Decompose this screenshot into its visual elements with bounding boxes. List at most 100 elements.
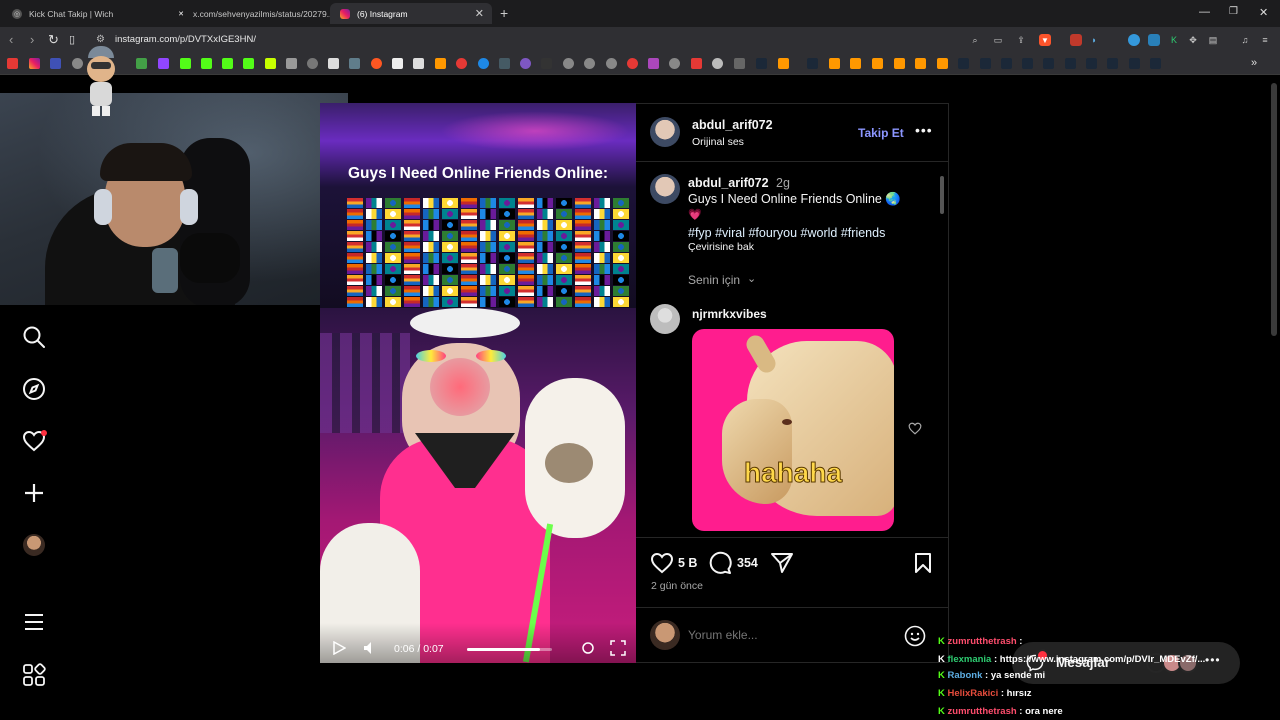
steam-bookmark-icon[interactable]	[1086, 58, 1097, 69]
page-scrollbar[interactable]	[1271, 83, 1277, 336]
tab-x-status[interactable]: ✕ x.com/sehvenyazilmis/status/20279...	[166, 3, 330, 24]
apps-grid-icon[interactable]	[22, 663, 46, 687]
bookmark-icon[interactable]	[648, 58, 659, 69]
steam-bookmark-icon[interactable]	[807, 58, 818, 69]
comment-bubble-icon[interactable]	[708, 551, 732, 575]
emoji-picker-icon[interactable]	[904, 625, 926, 647]
chevron-down-icon[interactable]: ⌄	[747, 272, 756, 285]
extension-icon[interactable]: K	[1168, 34, 1180, 46]
bookmark-icon[interactable]	[778, 58, 789, 69]
bookmark-icon[interactable]	[265, 58, 276, 69]
instagram-bookmark-icon[interactable]	[29, 58, 40, 69]
bookmark-icon[interactable]	[307, 58, 318, 69]
comment-like-icon[interactable]	[908, 422, 922, 435]
steam-bookmark-icon[interactable]	[1129, 58, 1140, 69]
close-tab-icon[interactable]: ✕	[475, 7, 484, 20]
caption-hashtags[interactable]: #fyp #viral #fouryou #world #friends	[688, 226, 885, 240]
author-avatar[interactable]	[650, 117, 680, 147]
bookmark-icon[interactable]	[829, 58, 840, 69]
more-menu-icon[interactable]	[22, 610, 46, 634]
bookmark-icon[interactable]	[894, 58, 905, 69]
follow-button[interactable]: Takip Et	[858, 126, 904, 140]
restore-icon[interactable]: ❐	[1229, 6, 1238, 17]
comment-author[interactable]: njrmrkxvibes	[692, 307, 767, 321]
extension-icon[interactable]: ◗	[1088, 34, 1100, 46]
translate-link[interactable]: Çevirisine bak	[688, 241, 754, 253]
close-window-icon[interactable]: ✕	[1259, 6, 1268, 19]
new-tab-icon[interactable]: +	[500, 5, 508, 21]
comments-scrollbar[interactable]	[939, 166, 945, 536]
brave-shield-icon[interactable]: ▼	[1039, 34, 1051, 46]
url-field[interactable]: instagram.com/p/DVTXxIGE3HN/	[115, 34, 256, 45]
menu-icon[interactable]: ≡	[1259, 34, 1271, 46]
caption-author-avatar[interactable]	[650, 174, 680, 204]
commenter-avatar[interactable]	[650, 304, 680, 334]
bookmark-icon[interactable]	[712, 58, 723, 69]
caption-author[interactable]: abdul_arif072	[688, 176, 769, 190]
bookmark-icon[interactable]	[72, 58, 83, 69]
create-plus-icon[interactable]	[22, 481, 46, 505]
author-username[interactable]: abdul_arif072	[692, 118, 773, 132]
for-you-dropdown[interactable]: Senin için	[688, 273, 740, 287]
kick-bookmark-icon[interactable]	[243, 58, 254, 69]
explore-icon[interactable]	[22, 377, 46, 401]
bookmark-icon[interactable]	[606, 58, 617, 69]
bookmark-page-icon[interactable]: ▯	[69, 32, 75, 48]
back-icon[interactable]: ‹	[9, 32, 13, 48]
bookmark-icon[interactable]	[499, 58, 510, 69]
forward-icon[interactable]: ›	[30, 32, 34, 48]
twitch-bookmark-icon[interactable]	[158, 58, 169, 69]
extension-icon[interactable]	[1148, 34, 1160, 46]
bookmark-icon[interactable]	[478, 58, 489, 69]
likes-count[interactable]: 5 B	[678, 556, 697, 570]
bookmark-icon[interactable]	[563, 58, 574, 69]
bookmark-icon[interactable]	[937, 58, 948, 69]
video-progress-track[interactable]	[467, 648, 552, 651]
sidebar-toggle-icon[interactable]: ▤	[1207, 34, 1219, 46]
notifications-heart-icon[interactable]	[22, 429, 48, 453]
audio-label[interactable]: Orijinal ses	[692, 136, 744, 148]
steam-bookmark-icon[interactable]	[1150, 58, 1161, 69]
share-send-icon[interactable]	[770, 552, 794, 574]
extension-icon[interactable]	[1128, 34, 1140, 46]
bookmark-icon[interactable]	[669, 58, 680, 69]
bookmark-icon[interactable]	[136, 58, 147, 69]
bookmark-icon[interactable]	[627, 58, 638, 69]
bookmark-icon[interactable]	[413, 58, 424, 69]
folder-bookmark-icon[interactable]	[734, 58, 745, 69]
extension-icon[interactable]	[1070, 34, 1082, 46]
play-icon[interactable]	[332, 641, 346, 655]
reddit-bookmark-icon[interactable]	[371, 58, 382, 69]
tab-kick-chat[interactable]: ◎ Kick Chat Takip | Wich	[2, 3, 166, 24]
search-icon[interactable]	[22, 325, 46, 349]
bookmark-icon[interactable]	[435, 58, 446, 69]
x-bookmark-icon[interactable]	[328, 58, 339, 69]
replay-icon[interactable]	[581, 641, 595, 655]
bookmark-icon[interactable]	[392, 58, 403, 69]
bookmark-icon[interactable]	[456, 58, 467, 69]
bookmark-icon[interactable]	[520, 58, 531, 69]
reel-video[interactable]: Guys I Need Online Friends Online: 0:06 …	[320, 103, 636, 663]
steam-bookmark-icon[interactable]	[1043, 58, 1054, 69]
bookmark-icon[interactable]	[286, 58, 297, 69]
bookmark-icon[interactable]	[850, 58, 861, 69]
steam-bookmark-icon[interactable]	[1001, 58, 1012, 69]
comments-count[interactable]: 354	[737, 556, 758, 570]
steam-bookmark-icon[interactable]	[1107, 58, 1118, 69]
steam-bookmark-icon[interactable]	[958, 58, 969, 69]
tab-instagram[interactable]: (6) Instagram ✕	[330, 3, 492, 24]
media-icon[interactable]: ♫	[1239, 34, 1251, 46]
cast-icon[interactable]: ▭	[992, 34, 1004, 46]
like-heart-icon[interactable]	[650, 552, 674, 574]
bookmark-icon[interactable]	[691, 58, 702, 69]
steam-bookmark-icon[interactable]	[1065, 58, 1076, 69]
steam-bookmark-icon[interactable]	[980, 58, 991, 69]
minimize-icon[interactable]: —	[1199, 6, 1210, 18]
puzzle-icon[interactable]: ✥	[1187, 34, 1199, 46]
bookmark-icon[interactable]	[50, 58, 61, 69]
share-icon[interactable]: ⇪	[1015, 34, 1027, 46]
zoom-icon[interactable]: ⌕	[969, 34, 981, 46]
bookmark-icon[interactable]	[872, 58, 883, 69]
fullscreen-icon[interactable]	[610, 640, 626, 656]
bookmark-icon[interactable]	[915, 58, 926, 69]
